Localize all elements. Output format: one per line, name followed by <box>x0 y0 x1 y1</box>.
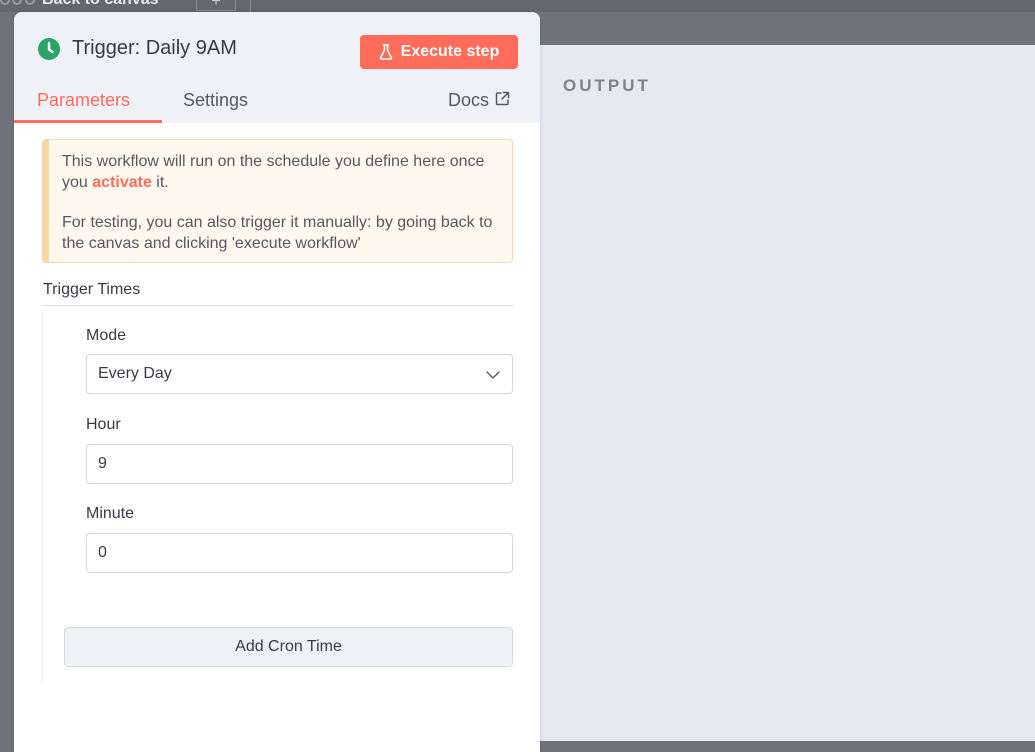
mode-label: Mode <box>86 327 127 344</box>
collection-guide-line <box>42 312 43 682</box>
chevron-down-icon <box>486 368 500 382</box>
node-title[interactable]: Trigger: Daily 9AM <box>72 37 237 60</box>
mode-select[interactable]: Every Day <box>86 354 513 394</box>
back-to-canvas-link[interactable]: Back to canvas <box>42 0 159 9</box>
clock-icon <box>37 37 61 61</box>
execute-step-button[interactable]: Execute step <box>360 35 518 69</box>
notice-paragraph-2: For testing, you can also trigger it man… <box>62 214 493 252</box>
panel-header: Trigger: Daily 9AM Execute step Paramete… <box>14 12 540 123</box>
notice-paragraph-1: This workflow will run on the schedule y… <box>62 152 498 193</box>
output-title: OUTPUT <box>563 76 651 95</box>
hour-label: Hour <box>86 416 121 433</box>
minute-label: Minute <box>86 505 135 522</box>
flask-icon <box>379 44 393 60</box>
add-cron-time-label: Add Cron Time <box>235 638 342 655</box>
output-panel: OUTPUT <box>540 45 1035 741</box>
hour-value: 9 <box>98 455 107 472</box>
docs-link[interactable]: Docs <box>448 90 510 111</box>
trigger-times-label: Trigger Times <box>43 281 141 298</box>
notice-text-after: it. <box>151 173 169 191</box>
section-divider <box>42 305 513 306</box>
add-cron-time-button[interactable]: Add Cron Time <box>64 627 513 667</box>
add-node-button[interactable]: + <box>196 0 236 11</box>
header-divider <box>250 0 251 12</box>
docs-label: Docs <box>448 90 490 110</box>
activate-link[interactable]: activate <box>92 174 152 191</box>
tab-settings[interactable]: Settings <box>183 90 248 111</box>
hour-input[interactable]: 9 <box>86 444 513 484</box>
minute-value: 0 <box>98 544 107 561</box>
active-tab-indicator <box>14 120 162 123</box>
mode-value: Every Day <box>98 365 172 382</box>
node-parameters-panel: Trigger: Daily 9AM Execute step Paramete… <box>14 12 540 752</box>
n8n-logo-icon <box>0 0 38 8</box>
canvas-header: Back to canvas + <box>0 0 1035 12</box>
schedule-notice: This workflow will run on the schedule y… <box>42 139 513 263</box>
tab-parameters[interactable]: Parameters <box>37 90 130 111</box>
execute-step-label: Execute step <box>400 43 500 60</box>
external-link-icon <box>495 90 510 111</box>
minute-input[interactable]: 0 <box>86 533 513 573</box>
